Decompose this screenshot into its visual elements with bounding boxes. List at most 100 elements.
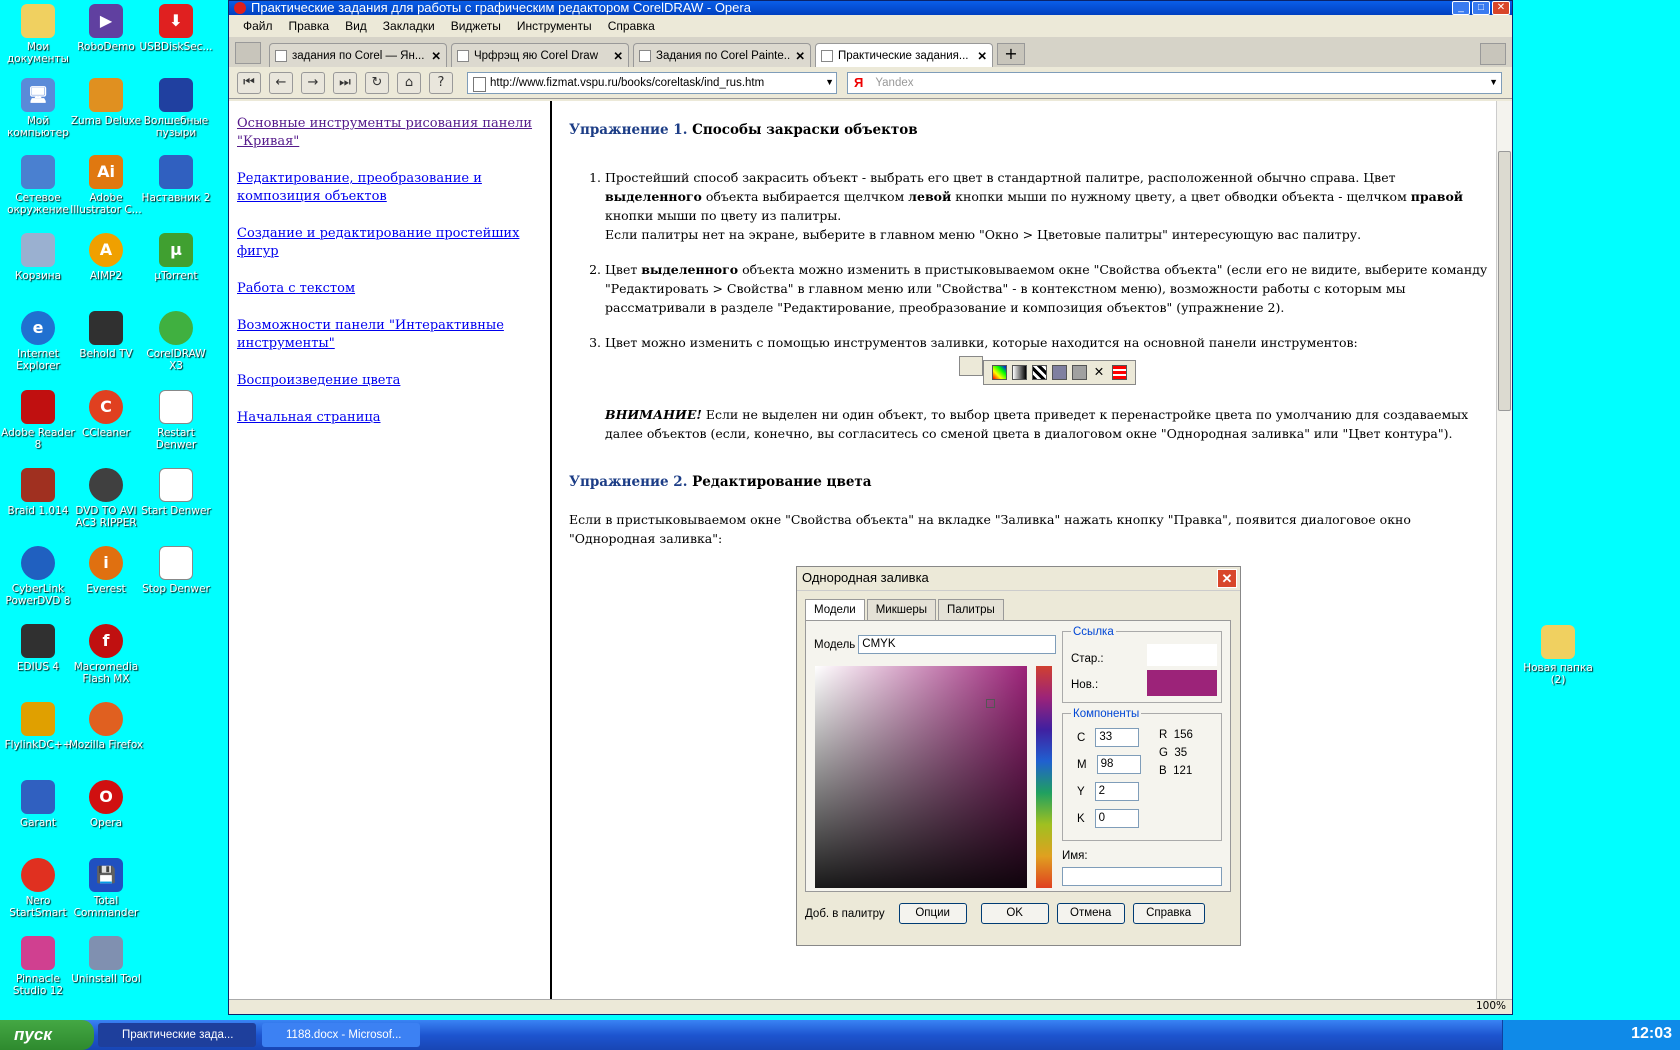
opera-icon: O	[89, 780, 123, 814]
color-docker-icon	[1111, 365, 1127, 380]
menu-edit[interactable]: Правка	[281, 19, 338, 33]
desktop-icon-ie[interactable]: e Internet Explorer	[0, 311, 76, 372]
nav-link-home[interactable]: Начальная страница	[237, 409, 542, 427]
scrollbar-thumb[interactable]	[1498, 151, 1511, 411]
nav-link-editing[interactable]: Редактирование, преобразование и компози…	[237, 170, 542, 206]
desktop-icon-edius[interactable]: EDIUS 4	[0, 624, 76, 673]
desktop-icon-opera[interactable]: O Opera	[68, 780, 144, 829]
tab-close-icon[interactable]: ✕	[795, 49, 805, 63]
window-titlebar[interactable]: Практические задания для работы с графич…	[229, 1, 1512, 15]
desktop-icon-my-computer[interactable]: 🖥 Мой компьютер	[0, 78, 76, 139]
back-button[interactable]: ←	[269, 71, 293, 94]
flash-icon: f	[89, 624, 123, 658]
home-button[interactable]: ⌂	[397, 71, 421, 94]
tab-close-icon[interactable]: ✕	[431, 49, 441, 63]
desktop-icon-recycle-bin[interactable]: Корзина	[0, 233, 76, 282]
desktop-icon-behold[interactable]: Behold TV	[68, 311, 144, 360]
clock[interactable]: 12:03	[1631, 1025, 1672, 1043]
desktop-icon-new-folder[interactable]: Новая папка (2)	[1520, 625, 1596, 686]
address-bar[interactable]: http://www.fizmat.vspu.ru/books/coreltas…	[467, 71, 837, 94]
desktop-icon-robodemo[interactable]: ▶ RoboDemo	[68, 4, 144, 53]
new-tab-button[interactable]: +	[997, 43, 1025, 65]
nav-link-interactive-tools[interactable]: Возможности панели "Интерактивные инстру…	[237, 317, 542, 353]
desktop-icon-braid[interactable]: Braid 1.014	[0, 468, 76, 517]
desktop-icon-flash-mx[interactable]: f Macromedia Flash MX	[68, 624, 144, 685]
tab-close-icon[interactable]: ✕	[977, 49, 987, 63]
desktop-icon-uninstall-tool[interactable]: Uninstall Tool	[68, 936, 144, 985]
search-input[interactable]: Я Yandex ▼	[847, 71, 1502, 94]
taskbar-button-word[interactable]: 1188.docx - Microsof...	[262, 1023, 420, 1047]
desktop-icon-bubbles[interactable]: Волшебные пузыри	[138, 78, 214, 139]
garant-icon	[21, 780, 55, 814]
new-color-swatch	[1147, 670, 1217, 696]
menu-widgets[interactable]: Виджеты	[443, 19, 509, 33]
desktop-icon-nastavnik[interactable]: Наставник 2	[138, 155, 214, 204]
fast-forward-button[interactable]: ⏭	[333, 71, 357, 94]
minimize-button[interactable]: _	[1452, 1, 1470, 15]
shortcut-icon	[159, 468, 193, 502]
window-controls: _ □ ✕	[1452, 1, 1510, 15]
desktop-icon-powerdvd[interactable]: CyberLink PowerDVD 8	[0, 546, 76, 607]
browser-window: Практические задания для работы с графич…	[228, 0, 1513, 1015]
desktop-icon-firefox[interactable]: Mozilla Firefox	[68, 702, 144, 751]
nav-link-curve-tools[interactable]: Основные инструменты рисования панели "К…	[237, 115, 542, 151]
desktop-icon-zuma[interactable]: Zuma Deluxe	[68, 78, 144, 127]
help-button: Справка	[1132, 903, 1205, 924]
menu-view[interactable]: Вид	[337, 19, 375, 33]
desktop-icon-ccleaner[interactable]: C CCleaner	[68, 390, 144, 439]
desktop-icon-stop-denwer[interactable]: Stop Denwer	[138, 546, 214, 595]
desktop-icon-garant[interactable]: Garant	[0, 780, 76, 829]
nav-link-color[interactable]: Воспроизведение цвета	[237, 372, 542, 390]
zoom-level[interactable]: 100%	[1476, 1000, 1506, 1012]
desktop-icon-my-documents[interactable]: Мои документы	[0, 4, 76, 65]
nav-link-shapes[interactable]: Создание и редактирование простейших фиг…	[237, 225, 542, 261]
start-button[interactable]: пуск	[0, 1020, 94, 1050]
tab-3[interactable]: Задания по Corel Painte... ✕	[633, 43, 811, 67]
rewind-button[interactable]: ⏮	[237, 71, 261, 94]
desktop-icon-adobe-reader[interactable]: Adobe Reader 8	[0, 390, 76, 451]
tab-4-active[interactable]: Практические задания... ✕	[815, 43, 993, 67]
desktop-icon-illustrator[interactable]: Ai Adobe Illustrator C...	[68, 155, 144, 216]
tab-1[interactable]: задания по Corel — Ян... ✕	[269, 43, 447, 67]
pinnacle-icon	[21, 936, 55, 970]
chevron-down-icon[interactable]: ▼	[825, 77, 834, 87]
panel-toggle-button[interactable]	[235, 42, 261, 64]
options-button: Опции	[898, 903, 967, 924]
desktop-icon-restart-denwer[interactable]: Restart Denwer	[138, 390, 214, 451]
info-button[interactable]: ?	[429, 71, 453, 94]
component-m: M 98	[1077, 755, 1141, 774]
internet-explorer-icon: e	[21, 311, 55, 345]
desktop-icon-nero[interactable]: Nero StartSmart	[0, 858, 76, 919]
desktop-icon-network[interactable]: Сетевое окружение	[0, 155, 76, 216]
powerdvd-icon	[21, 546, 55, 580]
desktop-icon-aimp2[interactable]: A AIMP2	[68, 233, 144, 282]
desktop-icon-flylinkdc[interactable]: FlylinkDC++	[0, 702, 76, 751]
desktop-icon-total-commander[interactable]: 💾 Total Commander	[68, 858, 144, 919]
exercise-2-text: Если в пристыковываемом окне "Свойства о…	[569, 512, 1411, 546]
menu-file[interactable]: Файл	[235, 19, 281, 33]
menu-tools[interactable]: Инструменты	[509, 19, 600, 33]
vertical-scrollbar[interactable]	[1496, 101, 1512, 999]
tab-close-icon[interactable]: ✕	[613, 49, 623, 63]
desktop-icon-pinnacle[interactable]: Pinnacle Studio 12	[0, 936, 76, 997]
menu-help[interactable]: Справка	[600, 19, 663, 33]
menu-bookmarks[interactable]: Закладки	[375, 19, 443, 33]
page-favicon-icon	[821, 49, 833, 62]
nero-icon	[21, 858, 55, 892]
taskbar-button-opera[interactable]: Практические зада...	[98, 1023, 256, 1047]
rgb-b: B 121	[1159, 765, 1193, 777]
desktop-icon-dvd-to-avi[interactable]: DVD TO AVI AC3 RIPPER	[68, 468, 144, 529]
maximize-button[interactable]: □	[1472, 1, 1490, 15]
desktop-icon-start-denwer[interactable]: Start Denwer	[138, 468, 214, 517]
nav-link-text[interactable]: Работа с текстом	[237, 280, 542, 298]
tab-2[interactable]: Чрфрэщ яю Corel Draw ✕	[451, 43, 629, 67]
reload-button[interactable]: ↻	[365, 71, 389, 94]
forward-button[interactable]: →	[301, 71, 325, 94]
desktop-icon-usbdisksec[interactable]: ⬇ USBDiskSec...	[138, 4, 214, 53]
close-button[interactable]: ✕	[1492, 1, 1510, 15]
closed-tabs-button[interactable]	[1480, 43, 1506, 65]
desktop-icon-utorrent[interactable]: µ µTorrent	[138, 233, 214, 282]
chevron-down-icon[interactable]: ▼	[1489, 77, 1498, 87]
desktop-icon-coreldraw[interactable]: CorelDRAW X3	[138, 311, 214, 372]
desktop-icon-everest[interactable]: i Everest	[68, 546, 144, 595]
